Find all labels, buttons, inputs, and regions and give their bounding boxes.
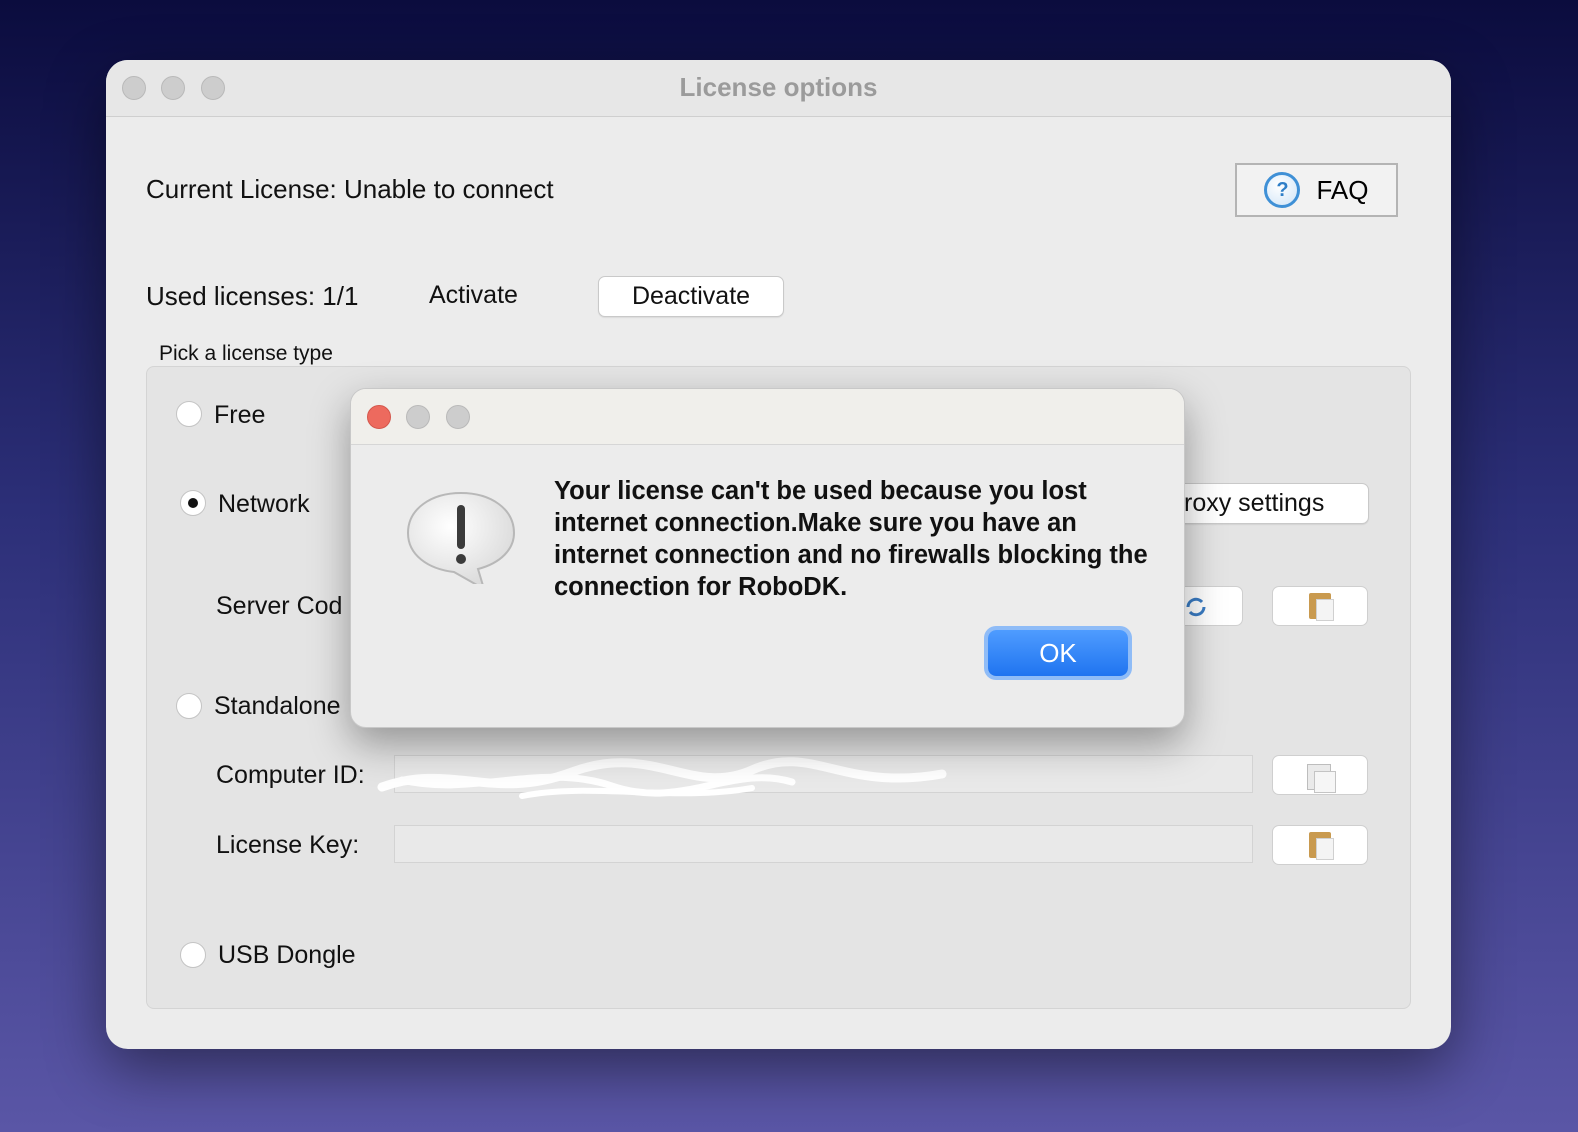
computer-id-label: Computer ID:	[216, 761, 365, 789]
standalone-radio[interactable]	[176, 693, 202, 719]
network-label: Network	[218, 490, 310, 518]
free-label: Free	[214, 401, 266, 429]
current-license-text: Current License: Unable to connect	[146, 174, 554, 204]
alert-dialog: Your license can't be used because you l…	[350, 388, 1185, 728]
ok-button[interactable]: OK	[988, 630, 1128, 676]
copy-icon	[1307, 764, 1336, 793]
question-icon: ?	[1264, 172, 1301, 208]
paste-license-key-button[interactable]	[1272, 825, 1368, 865]
redaction-scribble	[377, 757, 947, 799]
server-code-label: Server Cod	[216, 592, 343, 620]
title-bar: License options	[106, 60, 1451, 117]
used-licenses-text: Used licenses: 1/1	[146, 281, 359, 311]
usb-dongle-radio[interactable]	[180, 942, 206, 968]
deactivate-button[interactable]: Deactivate	[598, 276, 784, 317]
dialog-minimize-button[interactable]	[406, 405, 430, 429]
paste-icon	[1309, 593, 1334, 621]
paste-icon	[1309, 832, 1334, 860]
faq-button[interactable]: ? FAQ	[1235, 163, 1398, 217]
network-radio[interactable]	[180, 490, 206, 516]
dialog-zoom-button[interactable]	[446, 405, 470, 429]
standalone-label: Standalone	[214, 692, 341, 720]
copy-computer-id-button[interactable]	[1272, 755, 1368, 795]
usb-dongle-label: USB Dongle	[218, 941, 356, 969]
free-radio[interactable]	[176, 401, 202, 427]
alert-icon	[406, 491, 516, 584]
license-type-group-title: Pick a license type	[159, 342, 333, 365]
dialog-message: Your license can't be used because you l…	[554, 477, 1148, 601]
faq-label: FAQ	[1316, 174, 1369, 205]
dialog-title-bar	[351, 389, 1184, 445]
dialog-close-button[interactable]	[367, 405, 391, 429]
license-key-label: License Key:	[216, 831, 360, 859]
activate-button[interactable]: Activate	[429, 281, 518, 310]
refresh-icon	[1186, 597, 1206, 617]
paste-server-code-button[interactable]	[1272, 586, 1368, 626]
window-title: License options	[679, 72, 878, 102]
license-key-field[interactable]	[394, 825, 1253, 863]
